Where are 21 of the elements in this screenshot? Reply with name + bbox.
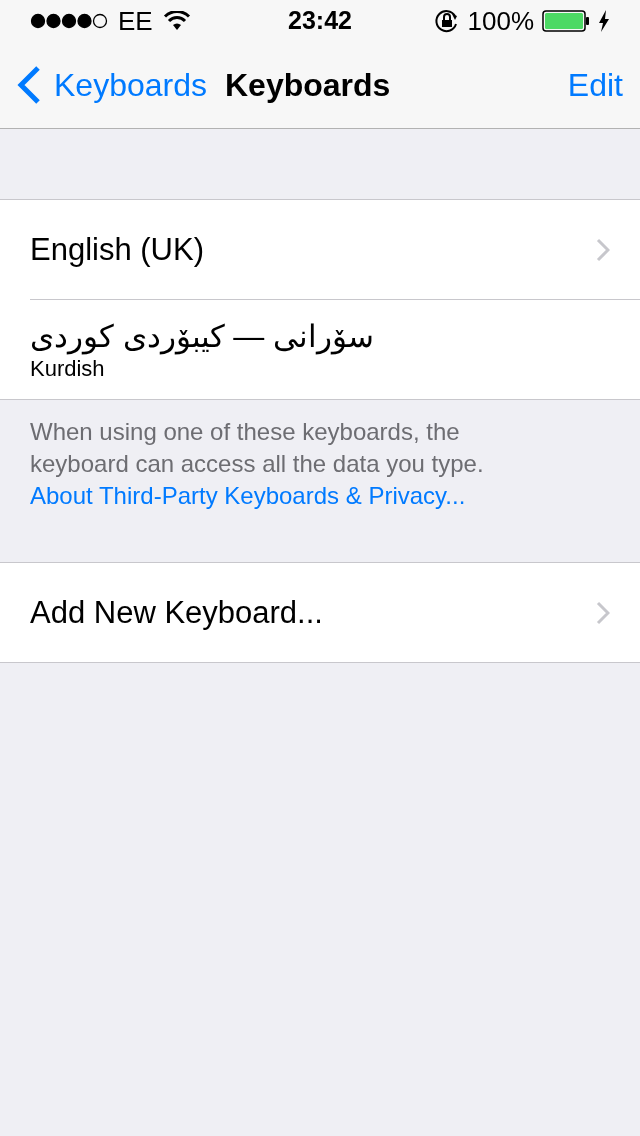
chevron-icon (596, 237, 610, 262)
privacy-note: When using one of these keyboards, the keyboard can access all the data you type. (30, 417, 485, 479)
carrier-name: EE (118, 4, 153, 38)
back-button[interactable]: Keyboards (16, 61, 207, 109)
nav-title: Keyboards (225, 66, 391, 105)
battery-percent: 100% (467, 4, 534, 38)
wifi-icon (162, 11, 191, 31)
chevron-icon (596, 600, 610, 625)
clock-time: 23:42 (288, 5, 352, 37)
charging-icon (598, 10, 610, 32)
privacy-link[interactable]: About Third-Party Keyboards & Privacy... (30, 482, 466, 509)
edit-button[interactable]: Edit (567, 61, 624, 109)
row-title: سۆرانی — کیبۆردی کوردی (30, 317, 374, 356)
battery-icon (542, 10, 590, 32)
back-chevron-icon (16, 65, 42, 105)
signal-icon (30, 13, 108, 29)
add-keyboard-row[interactable]: Add New Keyboard... (0, 563, 640, 662)
row-title: Add New Keyboard... (30, 593, 323, 632)
row-title: English (UK) (30, 230, 204, 269)
row-subtitle: Kurdish (30, 355, 105, 382)
rotation-lock-icon (433, 8, 460, 34)
